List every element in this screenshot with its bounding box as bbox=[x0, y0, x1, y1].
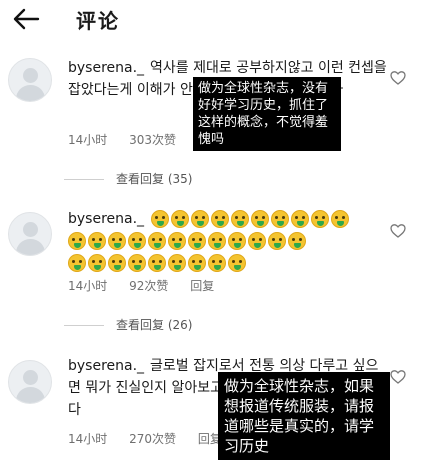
comment-username[interactable]: byserena._ bbox=[68, 211, 144, 227]
money-mouth-face-emoji bbox=[251, 210, 269, 228]
money-mouth-face-emoji bbox=[108, 254, 126, 272]
money-mouth-face-emoji bbox=[168, 232, 186, 250]
heart-icon[interactable] bbox=[390, 369, 406, 385]
money-mouth-face-emoji bbox=[248, 232, 266, 250]
comment-time: 14小时 bbox=[68, 133, 108, 147]
money-mouth-face-emoji bbox=[148, 232, 166, 250]
money-mouth-face-emoji bbox=[88, 232, 106, 250]
avatar[interactable] bbox=[8, 360, 52, 404]
comment-meta: 14小时 92次赞 回复 bbox=[68, 277, 232, 294]
money-mouth-face-emoji bbox=[291, 210, 309, 228]
money-mouth-face-emoji bbox=[211, 210, 229, 228]
money-mouth-face-emoji bbox=[108, 232, 126, 250]
comment-likes[interactable]: 270次赞 bbox=[129, 432, 176, 446]
money-mouth-face-emoji bbox=[171, 210, 189, 228]
money-mouth-face-emoji bbox=[331, 210, 349, 228]
money-mouth-face-emoji bbox=[228, 254, 246, 272]
page-header: 评论 bbox=[0, 0, 422, 40]
avatar[interactable] bbox=[8, 212, 52, 256]
money-mouth-face-emoji bbox=[168, 254, 186, 272]
comment-time: 14小时 bbox=[68, 432, 108, 446]
avatar[interactable] bbox=[8, 58, 52, 102]
heart-icon[interactable] bbox=[390, 70, 406, 86]
money-mouth-face-emoji bbox=[151, 210, 169, 228]
money-mouth-face-emoji bbox=[208, 254, 226, 272]
comment-username[interactable]: byserena._ bbox=[68, 60, 144, 76]
money-mouth-face-emoji bbox=[68, 254, 86, 272]
translation-overlay: 做为全球性杂志，如果想报道传统服装，请报道哪些是真实的，请学习历史 bbox=[218, 372, 390, 460]
translation-overlay: 做为全球性杂志，没有好好学习历史，抓住了这样的概念，不觉得羞愧吗 bbox=[193, 77, 341, 151]
comment-likes[interactable]: 303次赞 bbox=[129, 133, 176, 147]
back-arrow-icon[interactable] bbox=[12, 7, 40, 31]
page-title: 评论 bbox=[76, 9, 120, 33]
money-mouth-face-emoji bbox=[231, 210, 249, 228]
money-mouth-face-emoji bbox=[271, 210, 289, 228]
comment-username[interactable]: byserena._ bbox=[68, 358, 144, 374]
view-replies-button[interactable]: 查看回复 (35) bbox=[64, 170, 294, 188]
money-mouth-face-emoji bbox=[288, 232, 306, 250]
comment-meta: 14小时 270次赞 回复 bbox=[68, 430, 240, 447]
view-replies-button[interactable]: 查看回复 (26) bbox=[64, 316, 294, 334]
money-mouth-face-emoji bbox=[128, 254, 146, 272]
money-mouth-face-emoji bbox=[208, 232, 226, 250]
money-mouth-face-emoji bbox=[228, 232, 246, 250]
money-mouth-face-emoji bbox=[268, 232, 286, 250]
comment-likes[interactable]: 92次赞 bbox=[129, 279, 168, 293]
view-replies-label: 查看回复 (26) bbox=[116, 318, 193, 332]
comment-text: byserena._ bbox=[68, 208, 388, 272]
money-mouth-face-emoji bbox=[311, 210, 329, 228]
money-mouth-face-emoji bbox=[148, 254, 166, 272]
heart-icon[interactable] bbox=[390, 223, 406, 239]
money-mouth-face-emoji bbox=[191, 210, 209, 228]
reply-button[interactable]: 回复 bbox=[190, 279, 214, 293]
money-mouth-face-emoji bbox=[188, 232, 206, 250]
money-mouth-face-emoji bbox=[68, 232, 86, 250]
view-replies-label: 查看回复 (35) bbox=[116, 172, 193, 186]
money-mouth-face-emoji bbox=[88, 254, 106, 272]
comment-time: 14小时 bbox=[68, 279, 108, 293]
money-mouth-face-emoji bbox=[188, 254, 206, 272]
money-mouth-face-emoji bbox=[128, 232, 146, 250]
